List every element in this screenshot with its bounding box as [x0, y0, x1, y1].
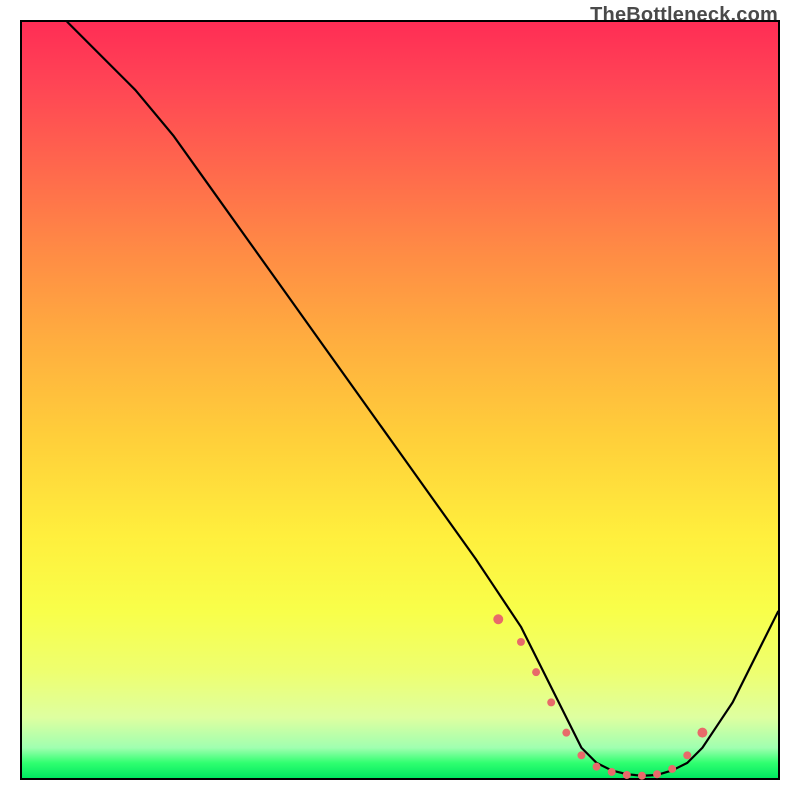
marker-dot	[683, 751, 691, 759]
marker-dot	[562, 729, 570, 737]
marker-dot	[623, 771, 631, 779]
marker-dot	[653, 770, 661, 778]
sweet-spot-markers	[493, 614, 707, 779]
bottleneck-chart: TheBottleneck.com	[0, 0, 800, 800]
marker-dot	[593, 763, 601, 771]
marker-dot	[532, 668, 540, 676]
curve-layer	[22, 22, 778, 778]
bottleneck-curve	[67, 22, 778, 776]
marker-dot	[697, 728, 707, 738]
marker-dot	[547, 698, 555, 706]
marker-dot	[577, 751, 585, 759]
plot-area	[20, 20, 780, 780]
marker-dot	[493, 614, 503, 624]
marker-dot	[608, 768, 616, 776]
marker-dot	[517, 638, 525, 646]
marker-dot	[668, 765, 676, 773]
marker-dot	[638, 772, 646, 780]
